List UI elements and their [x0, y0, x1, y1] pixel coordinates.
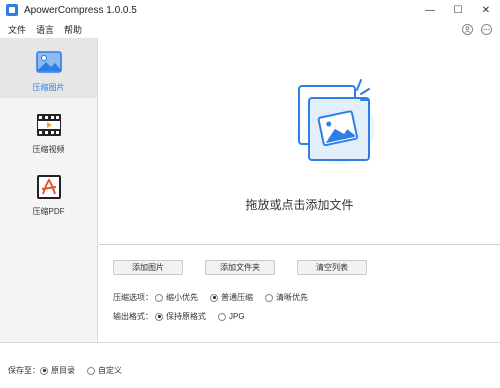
add-folder-button[interactable]: 添加文件夹 [205, 260, 275, 275]
title-bar: ApowerCompress 1.0.0.5 — ☐ ✕ [0, 0, 500, 20]
pdf-icon [36, 175, 61, 199]
add-images-icon [298, 79, 375, 164]
sidebar-item-compress-image[interactable]: 压缩图片 [0, 38, 97, 98]
clear-list-button[interactable]: 清空列表 [297, 260, 367, 275]
app-logo-icon [6, 4, 18, 16]
sidebar: 压缩图片 压缩视频 压缩PDF [0, 38, 98, 342]
radio-button[interactable] [87, 366, 95, 375]
menu-help[interactable]: 帮助 [64, 23, 82, 36]
output-format-keep[interactable]: 保持原格式 [155, 311, 206, 322]
menu-file[interactable]: 文件 [8, 23, 26, 36]
radio-label: 清晰优先 [276, 293, 308, 302]
radio-button[interactable] [218, 312, 226, 321]
output-format-jpg[interactable]: JPG [218, 312, 245, 321]
close-button[interactable]: ✕ [472, 0, 500, 20]
maximize-button[interactable]: ☐ [444, 0, 472, 20]
compress-option-small[interactable]: 缩小优先 [155, 292, 198, 303]
save-to-row: 保存至： 原目录 自定义 [8, 365, 134, 376]
compress-options-row: 压缩选项： 缩小优先 普通压缩 清晰优先 [113, 292, 320, 303]
menu-bar: 文件 语言 帮助 [0, 20, 500, 38]
output-format-row: 输出格式： 保持原格式 JPG [113, 311, 257, 322]
sidebar-item-label: 压缩PDF [32, 207, 65, 216]
radio-button[interactable] [265, 293, 273, 302]
sidebar-item-label: 压缩视频 [32, 145, 65, 154]
window-controls: — ☐ ✕ [416, 0, 500, 20]
radio-label: 原目录 [51, 366, 75, 375]
save-to-custom[interactable]: 自定义 [87, 365, 122, 376]
radio-button[interactable] [155, 312, 163, 321]
footer-bar: 保存至： 原目录 自定义 [0, 342, 500, 388]
window-title: ApowerCompress 1.0.0.5 [24, 4, 137, 16]
image-icon [35, 51, 62, 73]
action-buttons: 添加图片 添加文件夹 清空列表 [113, 260, 367, 275]
radio-label: 缩小优先 [166, 293, 198, 302]
user-icon[interactable] [462, 23, 473, 35]
radio-label: JPG [229, 312, 245, 321]
compress-option-clear[interactable]: 清晰优先 [265, 292, 308, 303]
radio-button[interactable] [155, 293, 163, 302]
add-image-button[interactable]: 添加图片 [113, 260, 183, 275]
output-format-label: 输出格式： [113, 312, 153, 321]
sidebar-item-compress-pdf[interactable]: 压缩PDF [0, 162, 97, 222]
radio-button[interactable] [210, 293, 218, 302]
file-drop-zone[interactable]: 拖放或点击添加文件 [99, 38, 500, 245]
sidebar-item-label: 压缩图片 [32, 83, 65, 92]
sidebar-item-compress-video[interactable]: 压缩视频 [0, 100, 97, 160]
save-to-label: 保存至： [8, 366, 40, 375]
main-panel: 拖放或点击添加文件 添加图片 添加文件夹 清空列表 压缩选项： 缩小优先 普通压… [99, 38, 500, 342]
minimize-button[interactable]: — [416, 0, 444, 20]
radio-label: 保持原格式 [166, 312, 206, 321]
radio-button[interactable] [40, 366, 48, 375]
drop-hint: 拖放或点击添加文件 [245, 198, 354, 212]
menu-language[interactable]: 语言 [36, 23, 54, 36]
radio-label: 普通压缩 [221, 293, 253, 302]
more-icon[interactable] [481, 23, 492, 35]
compress-option-normal[interactable]: 普通压缩 [210, 292, 253, 303]
video-icon [36, 114, 61, 136]
radio-label: 自定义 [98, 366, 122, 375]
account-tools [462, 20, 492, 38]
save-to-original[interactable]: 原目录 [40, 365, 75, 376]
compress-options-label: 压缩选项： [113, 293, 153, 302]
